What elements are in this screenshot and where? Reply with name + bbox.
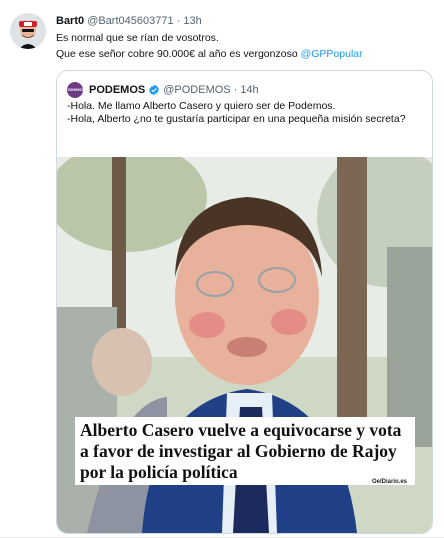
quoted-text-line-2: -Hola, Alberto ¿no te gustaría participa…	[67, 113, 406, 125]
tweet-timestamp[interactable]: 13h	[183, 15, 201, 27]
avatar-image	[10, 13, 46, 49]
quoted-tweet-timestamp[interactable]: 14h	[240, 83, 258, 97]
quoted-tweet-text: -Hola. Me llamo Alberto Casero y quiero …	[67, 100, 422, 126]
tweet-text: Es normal que se rían de vosotros. Que e…	[56, 30, 436, 62]
news-source-logo: OelDiario.es	[370, 479, 408, 485]
display-name[interactable]: Bart0	[56, 15, 84, 27]
quoted-display-name[interactable]: PODEMOS	[89, 83, 145, 97]
tweet-text-line-2: Que ese señor cobre 90.000€ al año es ve…	[56, 46, 436, 62]
tweet-header: Bart0 @Bart045603771 · 13h	[56, 14, 202, 28]
quoted-text-line-1: -Hola. Me llamo Alberto Casero y quiero …	[67, 100, 336, 112]
user-avatar[interactable]	[10, 13, 46, 49]
separator-dot: ·	[176, 15, 181, 27]
quoted-tweet[interactable]: PODEMOS PODEMOS @PODEMOS · 14h -Hola. Me…	[56, 70, 433, 534]
news-headline: Alberto Casero vuelve a equivocarse y vo…	[75, 417, 415, 485]
tweet[interactable]: Bart0 @Bart045603771 · 13h Es normal que…	[0, 0, 444, 538]
quoted-user-avatar[interactable]: PODEMOS	[64, 82, 86, 98]
quoted-separator-dot: ·	[233, 84, 238, 96]
quoted-avatar-label: PODEMOS	[64, 87, 86, 92]
tweet-text-body: Que ese señor cobre 90.000€ al año es ve…	[56, 48, 301, 60]
tweet-text-line-1: Es normal que se rían de vosotros.	[56, 32, 219, 44]
quoted-user-handle[interactable]: @PODEMOS	[163, 83, 230, 97]
quoted-tweet-header: PODEMOS PODEMOS @PODEMOS · 14h	[64, 82, 259, 98]
mention-link[interactable]: @GPPopular	[301, 48, 363, 60]
quoted-tweet-image[interactable]: Alberto Casero vuelve a equivocarse y vo…	[57, 157, 432, 533]
user-handle[interactable]: @Bart045603771	[87, 15, 173, 27]
verified-badge-icon	[149, 84, 159, 96]
